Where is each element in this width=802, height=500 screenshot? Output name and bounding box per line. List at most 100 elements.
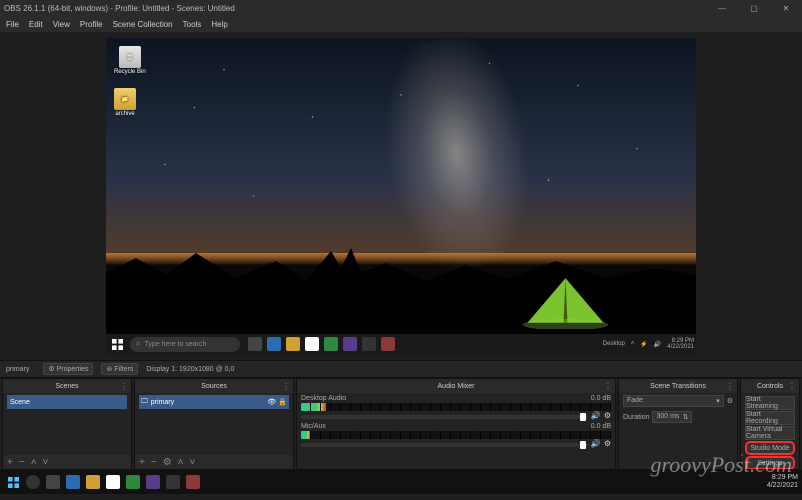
close-button[interactable]: ✕ [774,2,798,14]
preview-area: 🗑 Recycle Bin 📁 archive ⌕ Type here to s… [0,32,802,360]
taskbar-clock[interactable]: 8:29 PM 4/22/2021 [667,338,694,350]
archive-label: archive [115,111,134,117]
desktop-icon-recycle-bin[interactable]: 🗑 Recycle Bin [114,46,146,75]
duration-label: Duration [623,414,649,421]
source-down-button[interactable]: ˅ [190,457,196,468]
mixer-menu-icon[interactable]: ⋮ [604,382,612,391]
window-title: OBS 26.1.1 (64-bit, windows) - Profile: … [4,4,710,13]
wallpaper-tent [518,269,613,329]
source-label: primary [151,399,174,406]
menu-bar: File Edit View Profile Scene Collection … [0,16,802,32]
search-icon: ⌕ [136,339,140,349]
settings-button[interactable]: Settings [745,456,795,469]
host-clock-time: 8:29 PM [772,474,798,482]
app-icon-1[interactable] [324,337,338,351]
mixer-header: Audio Mixer⋮ [297,379,615,393]
remove-scene-button[interactable]: − [19,457,25,468]
host-app-icon-1[interactable] [126,475,140,489]
start-button[interactable] [108,335,126,353]
channel-settings-icon[interactable]: ⚙ [604,439,611,448]
mute-icon[interactable]: 🔊 [591,439,601,448]
start-recording-button[interactable]: Start Recording [745,411,795,425]
source-up-button[interactable]: ˄ [178,457,184,468]
taskbar-pinned-apps [248,337,395,351]
host-app-icon-3[interactable] [186,475,200,489]
chevron-down-icon: ▾ [716,397,720,405]
scenes-menu-icon[interactable]: ⋮ [120,382,128,391]
sources-menu-icon[interactable]: ⋮ [282,382,290,391]
clock-date: 4/22/2021 [667,344,694,350]
source-settings-button[interactable]: ⚙ [163,457,172,468]
start-virtual-camera-button[interactable]: Start Virtual Camera [745,426,795,440]
search-placeholder: Type here to search [144,341,206,348]
recycle-bin-icon: 🗑 [119,46,141,68]
start-streaming-button[interactable]: Start Streaming [745,396,795,410]
host-app-icon-2[interactable] [146,475,160,489]
transitions-header: Scene Transitions⋮ [619,379,737,393]
obs-icon[interactable] [362,337,376,351]
source-item[interactable]: 🖵 primary 👁 🔒 [139,395,289,409]
source-lock-icon[interactable]: 🔒 [278,398,287,406]
minimize-button[interactable]: — [710,2,734,14]
properties-button[interactable]: ⚙ Properties [43,363,93,375]
host-clock[interactable]: 8:29 PM 4/22/2021 [767,474,798,489]
host-obs-icon[interactable] [166,475,180,489]
host-taskbar: 8:29 PM 4/22/2021 [0,470,802,494]
mute-icon[interactable]: 🔊 [591,411,601,420]
add-source-button[interactable]: + [139,457,145,468]
explorer-icon[interactable] [286,337,300,351]
studio-mode-button[interactable]: Studio Mode [745,441,795,455]
host-search-icon[interactable] [26,475,40,489]
taskbar-tray: Desktop ˄ ⚡ 🔊 8:29 PM 4/22/2021 [603,338,694,350]
audio-channel-desktop: Desktop Audio0.0 dB 🔊 ⚙ [301,395,611,420]
scenes-footer: + − ˄ ˅ [3,455,131,469]
taskview-icon[interactable] [248,337,262,351]
scene-up-button[interactable]: ˄ [31,457,37,468]
store-icon[interactable] [305,337,319,351]
host-clock-date: 4/22/2021 [767,482,798,490]
controls-menu-icon[interactable]: ⋮ [788,382,796,391]
volume-icon[interactable]: 🔊 [654,341,661,348]
transition-select[interactable]: Fade▾ [623,395,724,407]
host-start-button[interactable] [4,473,22,491]
menu-edit[interactable]: Edit [29,20,43,29]
duration-input[interactable]: 300 ms⇅ [652,411,692,423]
host-taskview-icon[interactable] [46,475,60,489]
menu-tools[interactable]: Tools [183,20,202,29]
desktop-icon-archive[interactable]: 📁 archive [114,88,136,117]
tray-chevron-icon[interactable]: ˄ [631,341,635,347]
menu-scene-collection[interactable]: Scene Collection [113,20,173,29]
source-visibility-icon[interactable]: 👁 [267,398,276,406]
taskbar-search[interactable]: ⌕ Type here to search [130,337,240,352]
menu-help[interactable]: Help [211,20,227,29]
transition-settings-icon[interactable]: ⚙ [727,397,733,405]
edge-icon[interactable] [267,337,281,351]
scenes-header: Scenes⋮ [3,379,131,393]
add-scene-button[interactable]: + [7,457,13,468]
app-icon-2[interactable] [343,337,357,351]
menu-profile[interactable]: Profile [80,20,103,29]
filters-button[interactable]: ⊜ Filters [101,363,138,375]
scene-item[interactable]: Scene [7,395,127,409]
scene-down-button[interactable]: ˅ [43,457,49,468]
remove-source-button[interactable]: − [151,457,157,468]
controls-panel: Controls⋮ Start Streaming Start Recordin… [740,378,800,470]
host-store-icon[interactable] [106,475,120,489]
folder-icon: 📁 [114,88,136,110]
wallpaper-milkyway [362,38,552,278]
host-edge-icon[interactable] [66,475,80,489]
channel-settings-icon[interactable]: ⚙ [604,411,611,420]
transitions-menu-icon[interactable]: ⋮ [726,382,734,391]
audio-channel-mic: Mic/Aux0.0 dB 🔊 ⚙ [301,423,611,448]
volume-slider[interactable] [301,443,588,447]
volume-slider[interactable] [301,415,588,419]
maximize-button[interactable]: ▢ [742,2,766,14]
menu-file[interactable]: File [6,20,19,29]
scenes-panel: Scenes⋮ Scene + − ˄ ˅ [2,378,132,470]
host-taskbar-apps [26,475,200,489]
recycle-bin-label: Recycle Bin [114,69,146,75]
host-explorer-icon[interactable] [86,475,100,489]
app-icon-3[interactable] [381,337,395,351]
network-icon[interactable]: ⚡ [640,341,647,348]
menu-view[interactable]: View [53,20,70,29]
